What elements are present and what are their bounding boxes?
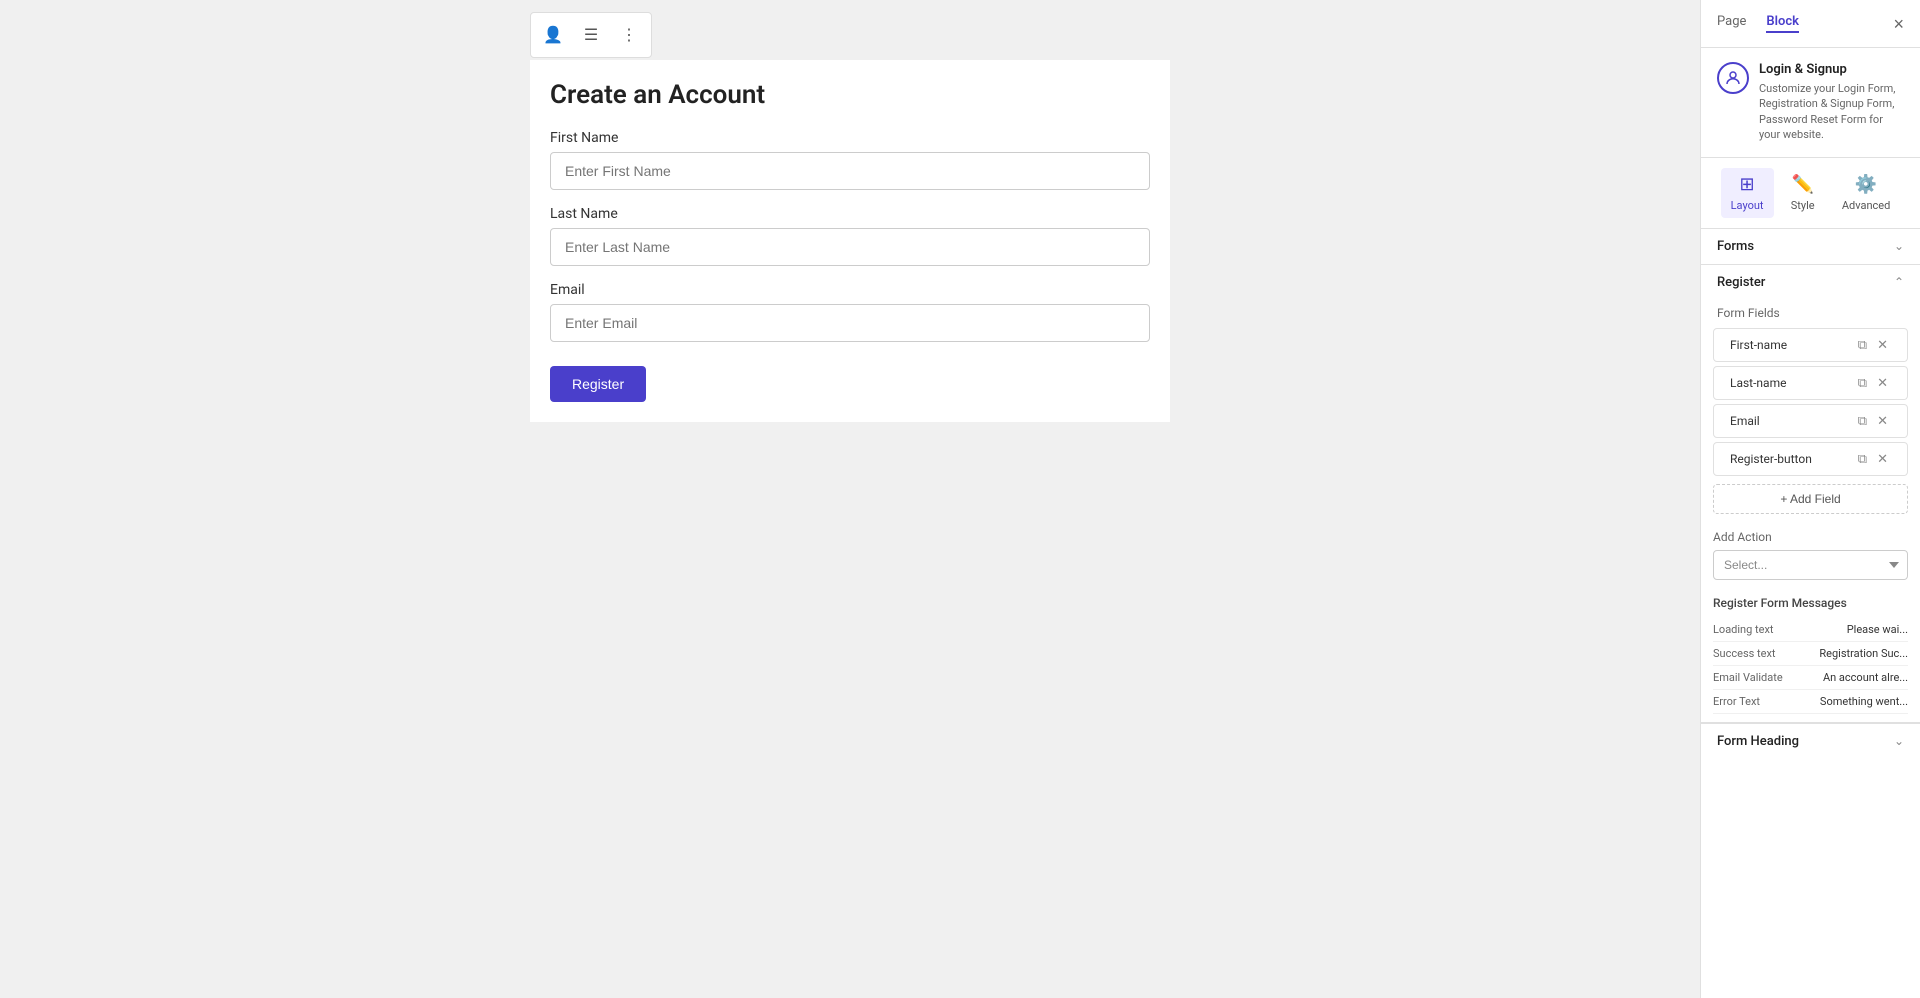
- right-panel: Page Block × Login & Signup Customize yo…: [1700, 0, 1920, 998]
- last-name-input[interactable]: [550, 228, 1150, 266]
- field-name-lastname: Last-name: [1730, 376, 1855, 390]
- forms-section-row[interactable]: Forms ⌄: [1701, 229, 1920, 265]
- field-copy-register-button[interactable]: ⧉: [1855, 450, 1870, 468]
- field-delete-email[interactable]: ✕: [1874, 412, 1891, 430]
- tab-page[interactable]: Page: [1717, 14, 1746, 33]
- add-action-section: Add Action Select...: [1701, 522, 1920, 588]
- field-row-email: Email ⧉ ✕: [1713, 404, 1908, 438]
- email-label: Email: [550, 282, 1150, 298]
- field-actions-email: ⧉ ✕: [1855, 412, 1891, 430]
- message-value-success: Registration Suc...: [1811, 647, 1909, 660]
- form-heading-label: Form Heading: [1717, 734, 1799, 749]
- toolbar-menu-btn[interactable]: ☰: [573, 17, 609, 53]
- plugin-icon: [1717, 62, 1749, 94]
- message-row-email-validate: Email Validate An account alre...: [1713, 666, 1908, 690]
- tab-style[interactable]: ✏️ Style: [1781, 168, 1825, 218]
- field-row-lastname: Last-name ⧉ ✕: [1713, 366, 1908, 400]
- register-button[interactable]: Register: [550, 366, 646, 402]
- plugin-title: Login & Signup: [1759, 62, 1904, 77]
- message-key-success: Success text: [1713, 647, 1811, 660]
- tab-advanced[interactable]: ⚙️ Advanced: [1832, 168, 1900, 218]
- last-name-group: Last Name: [550, 206, 1150, 266]
- form-fields-label: Form Fields: [1701, 300, 1920, 324]
- field-delete-firstname[interactable]: ✕: [1874, 336, 1891, 354]
- field-actions-firstname: ⧉ ✕: [1855, 336, 1891, 354]
- message-key-loading: Loading text: [1713, 623, 1811, 636]
- field-delete-lastname[interactable]: ✕: [1874, 374, 1891, 392]
- field-name-email: Email: [1730, 414, 1855, 428]
- tab-icons-row: ⊞ Layout ✏️ Style ⚙️ Advanced: [1701, 158, 1920, 229]
- field-copy-lastname[interactable]: ⧉: [1855, 374, 1870, 392]
- plugin-info: Login & Signup Customize your Login Form…: [1701, 48, 1920, 158]
- close-panel-button[interactable]: ×: [1893, 15, 1904, 33]
- message-row-error: Error Text Something went...: [1713, 690, 1908, 714]
- forms-section-label: Forms: [1717, 239, 1754, 254]
- first-name-label: First Name: [550, 130, 1150, 146]
- form-block: 👤 ☰ ⋮ Create an Account First Name Last …: [530, 60, 1170, 422]
- message-key-error: Error Text: [1713, 695, 1811, 708]
- message-value-loading: Please wai...: [1811, 623, 1909, 636]
- email-group: Email: [550, 282, 1150, 342]
- add-action-label: Add Action: [1713, 530, 1908, 544]
- field-row-firstname: First-name ⧉ ✕: [1713, 328, 1908, 362]
- block-toolbar: 👤 ☰ ⋮: [530, 12, 652, 58]
- form-heading-chevron-icon: ⌄: [1894, 734, 1904, 748]
- tab-block[interactable]: Block: [1766, 14, 1799, 33]
- first-name-group: First Name: [550, 130, 1150, 190]
- message-key-email-validate: Email Validate: [1713, 671, 1811, 684]
- field-copy-email[interactable]: ⧉: [1855, 412, 1870, 430]
- style-icon: ✏️: [1791, 174, 1813, 195]
- form-title: Create an Account: [550, 80, 1150, 110]
- register-section-header[interactable]: Register ⌃: [1701, 265, 1920, 300]
- message-value-error: Something went...: [1811, 695, 1909, 708]
- field-copy-firstname[interactable]: ⧉: [1855, 336, 1870, 354]
- forms-chevron-icon: ⌄: [1894, 239, 1904, 253]
- register-section: Register ⌃ Form Fields First-name ⧉ ✕ La…: [1701, 265, 1920, 723]
- register-label: Register: [1717, 275, 1765, 290]
- field-row-register-button: Register-button ⧉ ✕: [1713, 442, 1908, 476]
- form-heading-row[interactable]: Form Heading ⌄: [1701, 723, 1920, 759]
- panel-header: Page Block ×: [1701, 0, 1920, 48]
- register-chevron-icon: ⌃: [1894, 275, 1904, 289]
- plugin-text: Login & Signup Customize your Login Form…: [1759, 62, 1904, 143]
- layout-icon: ⊞: [1740, 174, 1755, 195]
- message-row-loading: Loading text Please wai...: [1713, 618, 1908, 642]
- advanced-icon: ⚙️: [1855, 174, 1877, 195]
- tab-layout[interactable]: ⊞ Layout: [1721, 168, 1774, 218]
- field-delete-register-button[interactable]: ✕: [1874, 450, 1891, 468]
- add-field-button[interactable]: + Add Field: [1713, 484, 1908, 514]
- toolbar-user-btn[interactable]: 👤: [535, 17, 571, 53]
- plugin-description: Customize your Login Form, Registration …: [1759, 81, 1904, 143]
- message-value-email-validate: An account alre...: [1811, 671, 1909, 684]
- last-name-label: Last Name: [550, 206, 1150, 222]
- toolbar-more-btn[interactable]: ⋮: [611, 17, 647, 53]
- canvas-area: 👤 ☰ ⋮ Create an Account First Name Last …: [0, 0, 1700, 998]
- first-name-input[interactable]: [550, 152, 1150, 190]
- field-actions-lastname: ⧉ ✕: [1855, 374, 1891, 392]
- field-name-firstname: First-name: [1730, 338, 1855, 352]
- message-row-success: Success text Registration Suc...: [1713, 642, 1908, 666]
- messages-section-label: Register Form Messages: [1713, 596, 1908, 610]
- add-action-select[interactable]: Select...: [1713, 550, 1908, 580]
- email-input[interactable]: [550, 304, 1150, 342]
- field-name-register-button: Register-button: [1730, 452, 1855, 466]
- messages-section: Register Form Messages Loading text Plea…: [1701, 588, 1920, 722]
- field-actions-register-button: ⧉ ✕: [1855, 450, 1891, 468]
